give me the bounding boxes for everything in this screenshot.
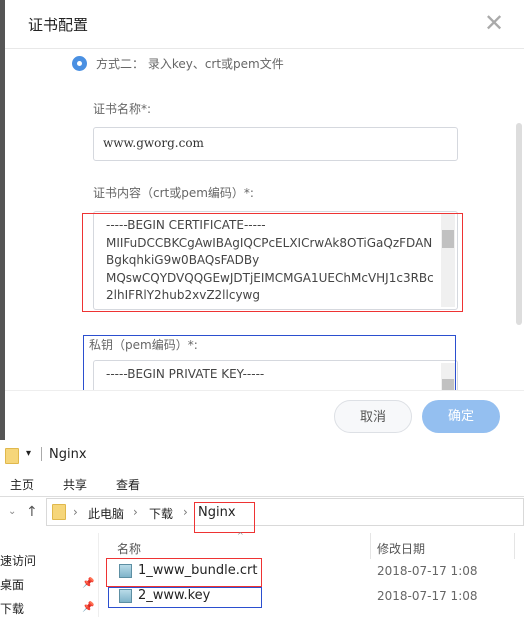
recent-dropdown-icon[interactable]: ⌄ [8, 506, 16, 517]
option-radio[interactable] [72, 56, 87, 71]
breadcrumb-item[interactable]: 下载 [149, 505, 173, 522]
highlight-box-red [194, 502, 255, 533]
dialog-title: 证书配置 [28, 16, 89, 34]
file-modified: 2018-07-17 1:08 [377, 589, 478, 603]
tab-home[interactable]: 主页 [10, 476, 34, 493]
pane-divider [98, 533, 99, 617]
tab-view[interactable]: 查看 [116, 476, 140, 493]
nav-item-quick-access[interactable]: 速访问 [0, 552, 36, 569]
highlight-box-red [82, 213, 463, 312]
cert-content-label: 证书内容（crt或pem编码）*: [93, 186, 254, 200]
highlight-box-red [106, 558, 262, 587]
up-arrow-icon[interactable]: ↑ [26, 504, 38, 520]
column-divider [514, 533, 515, 559]
highlight-box-blue [108, 587, 262, 608]
address-bar[interactable]: › 此电脑 › 下载 › Nginx [46, 498, 524, 526]
divider [41, 447, 42, 461]
breadcrumb-item[interactable]: 此电脑 [88, 505, 124, 522]
nav-item-desktop[interactable]: 桌面 [0, 576, 24, 593]
sort-ascending-icon: ^ [237, 531, 244, 540]
folder-icon [5, 448, 19, 464]
file-modified: 2018-07-17 1:08 [377, 564, 478, 578]
cert-name-input[interactable]: www.gworg.com [93, 127, 458, 161]
dialog-footer: 取消 确定 [5, 390, 524, 440]
ribbon-divider [0, 496, 524, 497]
confirm-button[interactable]: 确定 [422, 400, 500, 433]
pin-icon[interactable]: 📌 [82, 578, 94, 589]
chevron-right-icon: › [183, 505, 188, 519]
highlight-box-blue [83, 335, 456, 393]
cancel-button[interactable]: 取消 [334, 400, 412, 433]
column-header-name[interactable]: 名称 [117, 540, 141, 557]
chevron-right-icon: › [133, 505, 138, 519]
header-divider [5, 48, 524, 49]
chevron-right-icon: › [73, 505, 78, 519]
cert-name-label: 证书名称*: [93, 102, 152, 116]
tab-share[interactable]: 共享 [63, 476, 87, 493]
pin-icon[interactable]: 📌 [82, 602, 94, 613]
nav-item-downloads[interactable]: 下载 [0, 600, 24, 617]
file-explorer: ▾ Nginx 主页 共享 查看 ⌄ ↑ › 此电脑 › 下载 › Nginx … [0, 440, 524, 617]
dropdown-icon[interactable]: ▾ [26, 448, 31, 459]
option-label: 方式二： 录入key、crt或pem文件 [96, 57, 284, 71]
column-divider [370, 533, 371, 559]
window-title: Nginx [49, 447, 87, 462]
certificate-dialog: 证书配置 ✕ 方式二： 录入key、crt或pem文件 证书名称*: www.g… [5, 0, 524, 440]
dialog-scrollbar[interactable] [516, 123, 522, 325]
close-icon[interactable]: ✕ [481, 10, 507, 36]
column-header-modified[interactable]: 修改日期 [377, 540, 425, 557]
folder-icon [52, 504, 66, 520]
